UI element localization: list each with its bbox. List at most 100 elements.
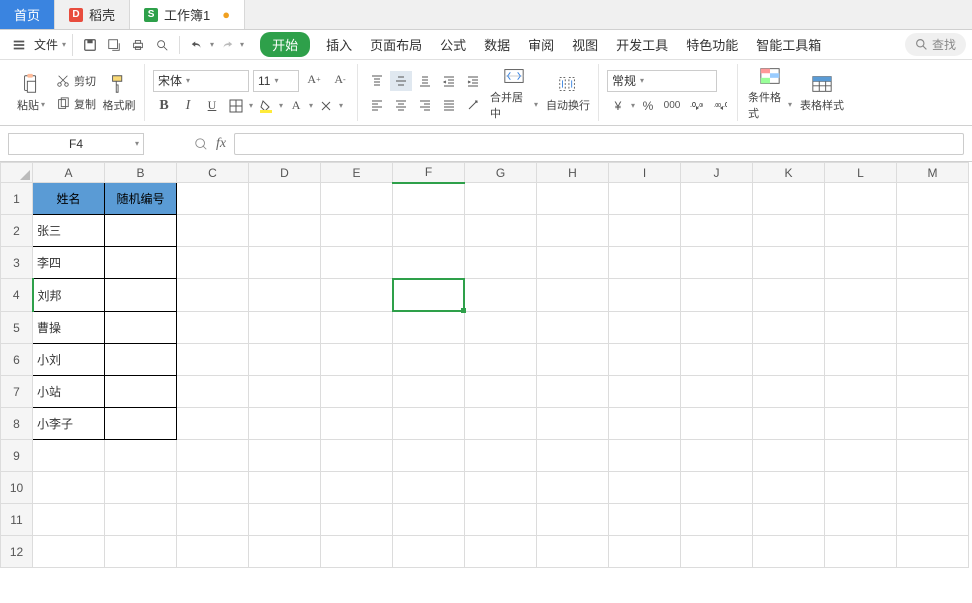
ribbon-tab-features[interactable]: 特色功能 bbox=[684, 32, 740, 57]
cell-A9[interactable] bbox=[33, 440, 105, 472]
cell-M5[interactable] bbox=[897, 312, 969, 344]
cell-E9[interactable] bbox=[321, 440, 393, 472]
cell-I3[interactable] bbox=[609, 247, 681, 279]
cell-K8[interactable] bbox=[753, 408, 825, 440]
border-dropdown[interactable]: ▾ bbox=[249, 101, 253, 110]
border-button[interactable] bbox=[225, 96, 247, 116]
cell-K2[interactable] bbox=[753, 215, 825, 247]
cell-L3[interactable] bbox=[825, 247, 897, 279]
cell-E10[interactable] bbox=[321, 472, 393, 504]
percent-button[interactable]: % bbox=[637, 96, 659, 116]
cell-H1[interactable] bbox=[537, 183, 609, 215]
italic-button[interactable]: I bbox=[177, 96, 199, 116]
cell-D6[interactable] bbox=[249, 344, 321, 376]
cell-D11[interactable] bbox=[249, 504, 321, 536]
cell-I7[interactable] bbox=[609, 376, 681, 408]
save-as-icon[interactable] bbox=[103, 34, 125, 56]
cell-H7[interactable] bbox=[537, 376, 609, 408]
clear-format-button[interactable] bbox=[315, 96, 337, 116]
cell-M8[interactable] bbox=[897, 408, 969, 440]
conditional-format-button[interactable]: 条件格式▾ bbox=[746, 63, 794, 123]
cell-D3[interactable] bbox=[249, 247, 321, 279]
cell-K5[interactable] bbox=[753, 312, 825, 344]
copy-button[interactable]: 复制 bbox=[56, 94, 96, 114]
cell-D12[interactable] bbox=[249, 536, 321, 568]
cell-G5[interactable] bbox=[465, 312, 537, 344]
cell-E2[interactable] bbox=[321, 215, 393, 247]
formula-input[interactable] bbox=[234, 133, 964, 155]
cell-B1[interactable]: 随机编号 bbox=[105, 183, 177, 215]
cell-A3[interactable]: 李四 bbox=[33, 247, 105, 279]
cell-I12[interactable] bbox=[609, 536, 681, 568]
cell-A7[interactable]: 小站 bbox=[33, 376, 105, 408]
cell-M9[interactable] bbox=[897, 440, 969, 472]
cell-D4[interactable] bbox=[249, 279, 321, 312]
cell-B5[interactable] bbox=[105, 312, 177, 344]
cell-E7[interactable] bbox=[321, 376, 393, 408]
tab-home[interactable]: 首页 bbox=[0, 0, 55, 29]
cell-G8[interactable] bbox=[465, 408, 537, 440]
cell-F9[interactable] bbox=[393, 440, 465, 472]
cell-I10[interactable] bbox=[609, 472, 681, 504]
cell-F5[interactable] bbox=[393, 312, 465, 344]
cell-M7[interactable] bbox=[897, 376, 969, 408]
cell-J4[interactable] bbox=[681, 279, 753, 312]
align-justify-button[interactable] bbox=[438, 95, 460, 115]
cell-L7[interactable] bbox=[825, 376, 897, 408]
cell-E5[interactable] bbox=[321, 312, 393, 344]
cell-B10[interactable] bbox=[105, 472, 177, 504]
cell-M1[interactable] bbox=[897, 183, 969, 215]
cell-E4[interactable] bbox=[321, 279, 393, 312]
cell-C3[interactable] bbox=[177, 247, 249, 279]
cell-L2[interactable] bbox=[825, 215, 897, 247]
bold-button[interactable]: B bbox=[153, 96, 175, 116]
font-name-select[interactable]: 宋体▾ bbox=[153, 70, 249, 92]
row-header-1[interactable]: 1 bbox=[1, 183, 33, 215]
name-box[interactable]: F4 ▾ bbox=[8, 133, 144, 155]
col-header-D[interactable]: D bbox=[249, 163, 321, 183]
save-icon[interactable] bbox=[79, 34, 101, 56]
cell-G11[interactable] bbox=[465, 504, 537, 536]
cell-H12[interactable] bbox=[537, 536, 609, 568]
cell-I6[interactable] bbox=[609, 344, 681, 376]
cell-J3[interactable] bbox=[681, 247, 753, 279]
col-header-F[interactable]: F bbox=[393, 163, 465, 183]
cell-B11[interactable] bbox=[105, 504, 177, 536]
cell-D1[interactable] bbox=[249, 183, 321, 215]
cell-H10[interactable] bbox=[537, 472, 609, 504]
cell-E6[interactable] bbox=[321, 344, 393, 376]
cell-L9[interactable] bbox=[825, 440, 897, 472]
cell-C5[interactable] bbox=[177, 312, 249, 344]
cell-F12[interactable] bbox=[393, 536, 465, 568]
cell-L12[interactable] bbox=[825, 536, 897, 568]
increase-indent-button[interactable] bbox=[462, 71, 484, 91]
cell-K3[interactable] bbox=[753, 247, 825, 279]
cell-A1[interactable]: 姓名 bbox=[33, 183, 105, 215]
tab-daohe[interactable]: D 稻壳 bbox=[55, 0, 130, 29]
cell-B6[interactable] bbox=[105, 344, 177, 376]
print-icon[interactable] bbox=[127, 34, 149, 56]
cell-B4[interactable] bbox=[105, 279, 177, 312]
col-header-H[interactable]: H bbox=[537, 163, 609, 183]
cell-H9[interactable] bbox=[537, 440, 609, 472]
cell-L8[interactable] bbox=[825, 408, 897, 440]
cell-G4[interactable] bbox=[465, 279, 537, 312]
row-header-11[interactable]: 11 bbox=[1, 504, 33, 536]
cell-I2[interactable] bbox=[609, 215, 681, 247]
cell-G12[interactable] bbox=[465, 536, 537, 568]
row-header-6[interactable]: 6 bbox=[1, 344, 33, 376]
fontcolor-dropdown[interactable]: ▾ bbox=[309, 101, 313, 110]
cell-J8[interactable] bbox=[681, 408, 753, 440]
currency-button[interactable]: ¥ bbox=[607, 96, 629, 116]
tab-add[interactable] bbox=[245, 0, 281, 29]
row-header-2[interactable]: 2 bbox=[1, 215, 33, 247]
cell-K11[interactable] bbox=[753, 504, 825, 536]
cell-H6[interactable] bbox=[537, 344, 609, 376]
col-header-G[interactable]: G bbox=[465, 163, 537, 183]
cell-F1[interactable] bbox=[393, 183, 465, 215]
cell-B9[interactable] bbox=[105, 440, 177, 472]
ribbon-tab-data[interactable]: 数据 bbox=[482, 32, 512, 57]
cell-K12[interactable] bbox=[753, 536, 825, 568]
font-color-button[interactable]: A bbox=[285, 96, 307, 116]
cell-J7[interactable] bbox=[681, 376, 753, 408]
